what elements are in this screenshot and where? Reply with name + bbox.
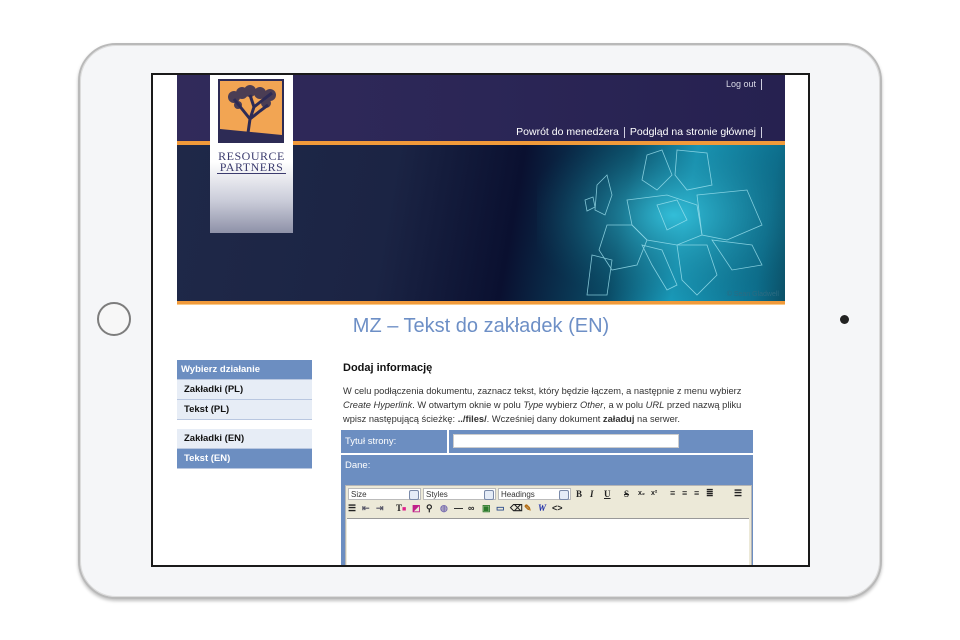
website: Log out Powrót do menedżera Podgląd na st… xyxy=(177,75,785,565)
clean-format-icon[interactable]: ✎ xyxy=(524,502,532,514)
text: URL xyxy=(645,400,665,411)
table-icon[interactable]: ▭ xyxy=(496,502,505,514)
text: Create Hyperlink xyxy=(343,400,413,411)
logout-label: Log out xyxy=(725,79,756,89)
logout-link[interactable]: Log out xyxy=(725,79,767,91)
top-links: Powrót do menedżera Podgląd na stronie gł… xyxy=(516,126,767,138)
data-label: Dane: xyxy=(345,460,371,471)
text: wybierz xyxy=(543,400,581,411)
preview-homepage-link[interactable]: Podgląd na stronie głównej xyxy=(630,126,756,138)
text: Type xyxy=(523,400,544,411)
separator xyxy=(761,126,762,138)
separator xyxy=(623,126,625,138)
styles-select[interactable]: Styles xyxy=(423,488,496,500)
justify-button[interactable]: ≣ xyxy=(706,487,714,499)
text: Other xyxy=(580,400,604,411)
outdent-button[interactable]: ⇤ xyxy=(362,502,370,514)
text: załaduj xyxy=(602,414,635,425)
sidebar: Wybierz działanie Zakładki (PL) Tekst (P… xyxy=(177,360,312,469)
styles-select-label: Styles xyxy=(426,490,448,499)
headings-select-label: Headings xyxy=(501,490,535,499)
europe-map-icon xyxy=(537,145,785,301)
text: . W otwartym oknie w polu xyxy=(412,400,524,411)
indent-button[interactable]: ⇥ xyxy=(376,502,384,514)
sidebar-item-tekst-pl[interactable]: Tekst (PL) xyxy=(177,400,312,420)
separator xyxy=(761,79,762,91)
content-form: Tytuł strony: Dane: Size Styles Headings… xyxy=(341,430,753,565)
chevron-down-icon xyxy=(409,490,419,500)
align-right-button[interactable]: ≡ xyxy=(694,487,699,499)
camera-icon xyxy=(840,315,849,324)
link-icon[interactable]: ∞ xyxy=(468,502,474,514)
size-select[interactable]: Size xyxy=(348,488,421,500)
title-row: Tytuł strony: xyxy=(341,430,753,455)
sidebar-item-tekst-en[interactable]: Tekst (EN) xyxy=(177,449,312,469)
sidebar-heading: Wybierz działanie xyxy=(177,360,312,380)
logo[interactable]: RESOURCE PARTNERS xyxy=(210,75,293,233)
horizontal-rule-button[interactable]: — xyxy=(454,502,463,514)
back-to-manager-link[interactable]: Powrót do menedżera xyxy=(516,126,619,138)
home-button[interactable] xyxy=(97,302,131,336)
align-center-button[interactable]: ≡ xyxy=(682,487,687,499)
chevron-down-icon xyxy=(484,490,494,500)
italic-button[interactable]: I xyxy=(590,488,594,500)
bold-button[interactable]: B xyxy=(576,488,582,500)
sidebar-item-zakladki-en[interactable]: Zakładki (EN) xyxy=(177,429,312,449)
sidebar-item-zakladki-pl[interactable]: Zakładki (PL) xyxy=(177,380,312,400)
find-icon[interactable]: ⚲ xyxy=(426,502,433,514)
instructions: W celu podłączenia dokumentu, zaznacz te… xyxy=(343,384,758,427)
text: , a w polu xyxy=(603,400,646,411)
source-code-icon[interactable]: <> xyxy=(552,502,563,514)
align-left-button[interactable]: ≡ xyxy=(670,487,675,499)
text: ../files/ xyxy=(457,414,487,425)
screen: Log out Powrót do menedżera Podgląd na st… xyxy=(151,73,810,567)
image-icon[interactable]: ▣ xyxy=(482,502,491,514)
spellcheck-button[interactable]: ◍ xyxy=(440,502,448,514)
text: na serwer. xyxy=(634,414,680,425)
chevron-down-icon xyxy=(559,490,569,500)
main-content: Dodaj informację W celu podłączenia doku… xyxy=(341,360,753,565)
headings-select[interactable]: Headings xyxy=(498,488,571,500)
editor-content-area[interactable] xyxy=(347,518,749,565)
subscript-button[interactable]: x₂ xyxy=(638,488,645,500)
word-paste-icon[interactable]: W xyxy=(538,502,546,514)
underline-button[interactable]: U xyxy=(604,488,611,500)
rich-text-editor: Size Styles Headings B I U S x₂ x² ≡ ≡ ≡… xyxy=(345,485,752,565)
text: W celu podłączenia dokumentu, zaznacz te… xyxy=(343,386,742,396)
orange-stripe-light xyxy=(177,304,785,305)
page-title: MZ – Tekst do zakładek (EN) xyxy=(352,315,610,337)
text-color-button[interactable]: T■ xyxy=(396,502,406,515)
superscript-button[interactable]: x² xyxy=(651,488,657,500)
text: . Wcześniej dany dokument xyxy=(486,414,603,425)
eraser-icon[interactable]: ⌫ xyxy=(510,502,523,514)
size-select-label: Size xyxy=(351,490,367,499)
strikethrough-button[interactable]: S xyxy=(624,488,629,500)
ordered-list-button[interactable]: ☰ xyxy=(734,487,742,499)
page-title-input[interactable] xyxy=(453,434,679,448)
unordered-list-button[interactable]: ☰ xyxy=(348,502,356,514)
tree-icon xyxy=(218,79,284,143)
background-color-button[interactable]: ◩ xyxy=(412,502,421,514)
brand-name-line2: PARTNERS xyxy=(217,161,286,174)
copyright: © Sean Gladwell xyxy=(726,291,779,298)
divider xyxy=(447,430,449,453)
title-label: Tytuł strony: xyxy=(345,436,397,447)
section-heading: Dodaj informację xyxy=(343,362,433,374)
